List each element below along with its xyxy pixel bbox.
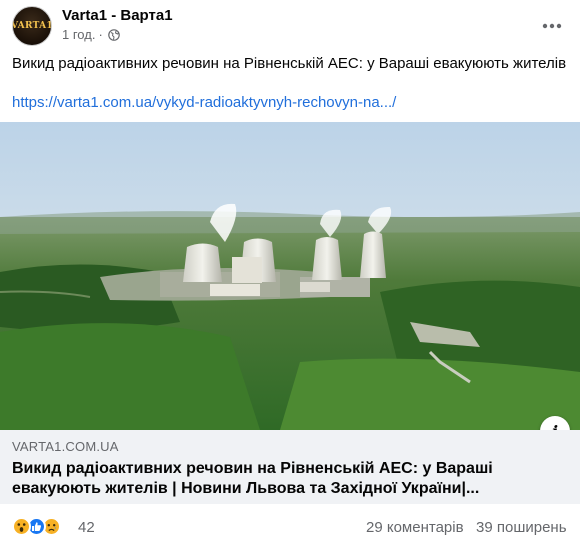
page-avatar[interactable]: VARTA1 bbox=[12, 6, 52, 46]
post-timestamp[interactable]: 1 год. bbox=[62, 27, 95, 42]
link-domain: VARTA1.COM.UA bbox=[12, 439, 119, 454]
post-meta: 1 год. · bbox=[62, 27, 120, 42]
post-footer: 42 29 коментарів 39 поширень bbox=[0, 510, 580, 542]
shares-count[interactable]: 39 поширень bbox=[476, 519, 567, 536]
nuclear-plant-photo bbox=[0, 122, 580, 430]
comments-count[interactable]: 29 коментарів bbox=[366, 519, 464, 536]
wow-reaction-icon bbox=[12, 516, 31, 536]
reaction-count[interactable]: 42 bbox=[78, 519, 95, 536]
link-preview-image[interactable] bbox=[0, 122, 580, 430]
avatar-logo-text: VARTA1 bbox=[12, 21, 52, 31]
globe-icon bbox=[107, 28, 120, 41]
reactions-summary[interactable] bbox=[12, 516, 61, 536]
link-preview-card[interactable]: VARTA1.COM.UA Викид радіоактивних речови… bbox=[0, 430, 580, 504]
page-name-link[interactable]: Varta1 - Варта1 bbox=[62, 7, 173, 24]
post-header: VARTA1 Varta1 - Варта1 1 год. · bbox=[0, 0, 580, 50]
post-text: Викид радіоактивних речовин на Рівненськ… bbox=[12, 55, 567, 72]
meta-separator: · bbox=[98, 27, 103, 42]
post-url-link[interactable]: https://varta1.com.ua/vykyd-radioaktyvny… bbox=[12, 93, 396, 112]
more-options-button[interactable] bbox=[538, 12, 566, 40]
ellipsis-icon bbox=[542, 23, 562, 29]
link-title[interactable]: Викид радіоактивних речовин на Рівненськ… bbox=[12, 459, 552, 499]
